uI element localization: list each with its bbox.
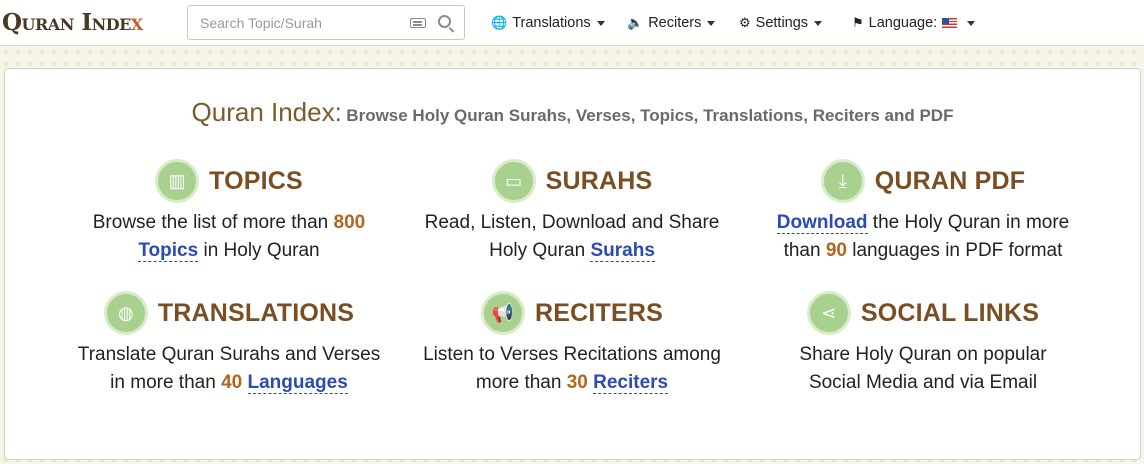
desc-text: Translate Quran Surahs and Verses [77,344,381,365]
chevron-down-icon [596,20,605,26]
desc-text: in Holy Quran [198,240,320,261]
feature-quran-pdf: ⤓ QURAN PDF Download the Holy Quran in mo… [743,159,1103,265]
feature-topics: ▥ TOPICS Browse the list of more than 800… [49,159,409,265]
surahs-link[interactable]: Surahs [590,240,655,262]
desc-text: the Holy Quran in more [867,212,1070,233]
desc-text: than [783,240,826,261]
feature-pdf-title: QURAN PDF [874,166,1026,195]
megaphone-icon: 📢 [480,291,525,335]
nav-reciters[interactable]: 🔈 Reciters [627,11,716,35]
feature-social-title: SOCIAL LINKS [860,298,1040,327]
chevron-down-icon [707,20,716,26]
nav-settings-label: Settings [755,15,809,31]
books-icon: ▥ [155,159,200,203]
desc-text: Share Holy Quran on popular [799,344,1047,365]
site-logo[interactable]: Quran Index [2,6,143,40]
book-icon: ▭ [491,159,536,203]
desc-text: in more than [110,372,222,393]
speaker-icon: 🔈 [627,15,644,30]
feature-topics-title: TOPICS [209,166,303,195]
feature-translations: ◍ TRANSLATIONS Translate Quran Surahs and… [49,291,409,397]
nav-language-label: Language: [868,15,938,31]
desc-text: Social Media and via Email [808,372,1038,393]
desc-text: Holy Quran [489,240,591,261]
flag-icon: ⚑ [852,15,864,30]
headline-tagline: Browse Holy Quran Surahs, Verses, Topics… [346,106,954,125]
chevron-down-icon [967,20,976,26]
desc-text: more than [475,372,567,393]
desc-text: Browse the list of more than [92,212,334,233]
languages-count: 40 [221,372,243,393]
feature-surahs-title: SURAHS [545,166,653,195]
reciters-count: 30 [566,372,588,393]
nav-translations[interactable]: 🌐 Translations [491,11,605,35]
nav-language[interactable]: ⚑ Language: [852,11,976,35]
feature-reciters-title: RECITERS [534,298,663,327]
main-card: Quran Index: Browse Holy Quran Surahs, V… [4,68,1141,460]
chevron-down-icon [814,20,823,26]
search-input[interactable] [188,6,398,39]
feature-social-desc: Share Holy Quran on popular Social Media… [743,341,1103,397]
feature-social-links: ⋖ SOCIAL LINKS Share Holy Quran on popula… [743,291,1103,397]
feature-translations-title: TRANSLATIONS [157,298,355,327]
feature-pdf-desc: Download the Holy Quran in more than 90 … [743,209,1103,265]
logo-text: Quran Inde [2,9,131,36]
page-headline: Quran Index: Browse Holy Quran Surahs, V… [5,97,1140,128]
top-navbar: Quran Index 🌐 Translations 🔈 Reciters ⚙ … [0,0,1144,46]
search-box [187,5,465,40]
nav-settings[interactable]: ⚙ Settings [739,11,823,35]
logo-x: x [130,9,143,36]
globe-icon: 🌐 [491,15,508,30]
desc-text: Read, Listen, Download and Share [424,212,720,233]
feature-surahs: ▭ SURAHS Read, Listen, Download and Share… [392,159,752,265]
keyboard-icon[interactable] [410,18,426,28]
topics-link[interactable]: Topics [138,240,199,262]
download-link[interactable]: Download [776,212,868,234]
search-icon[interactable] [438,15,451,28]
reciters-link[interactable]: Reciters [593,372,669,394]
download-icon: ⤓ [820,159,865,203]
gear-icon: ⚙ [739,15,751,30]
desc-text: Listen to Verses Recitations among [423,344,721,365]
feature-translations-desc: Translate Quran Surahs and Verses in mor… [49,341,409,397]
feature-reciters-desc: Listen to Verses Recitations among more … [392,341,752,397]
feature-surahs-desc: Read, Listen, Download and Share Holy Qu… [392,209,752,265]
feature-reciters: 📢 RECITERS Listen to Verses Recitations a… [392,291,752,397]
share-icon: ⋖ [806,291,851,335]
nav-reciters-label: Reciters [648,15,702,31]
headline-colon: : [334,97,342,127]
nav-translations-label: Translations [512,15,591,31]
headline-brand: Quran Index [191,97,335,127]
desc-text: languages in PDF format [846,240,1063,261]
feature-topics-desc: Browse the list of more than 800 Topics … [49,209,409,265]
globe-icon: ◍ [103,291,148,335]
pdf-languages-count: 90 [825,240,847,261]
languages-link[interactable]: Languages [247,372,348,394]
us-flag-icon [942,18,958,28]
topics-count: 800 [333,212,366,233]
